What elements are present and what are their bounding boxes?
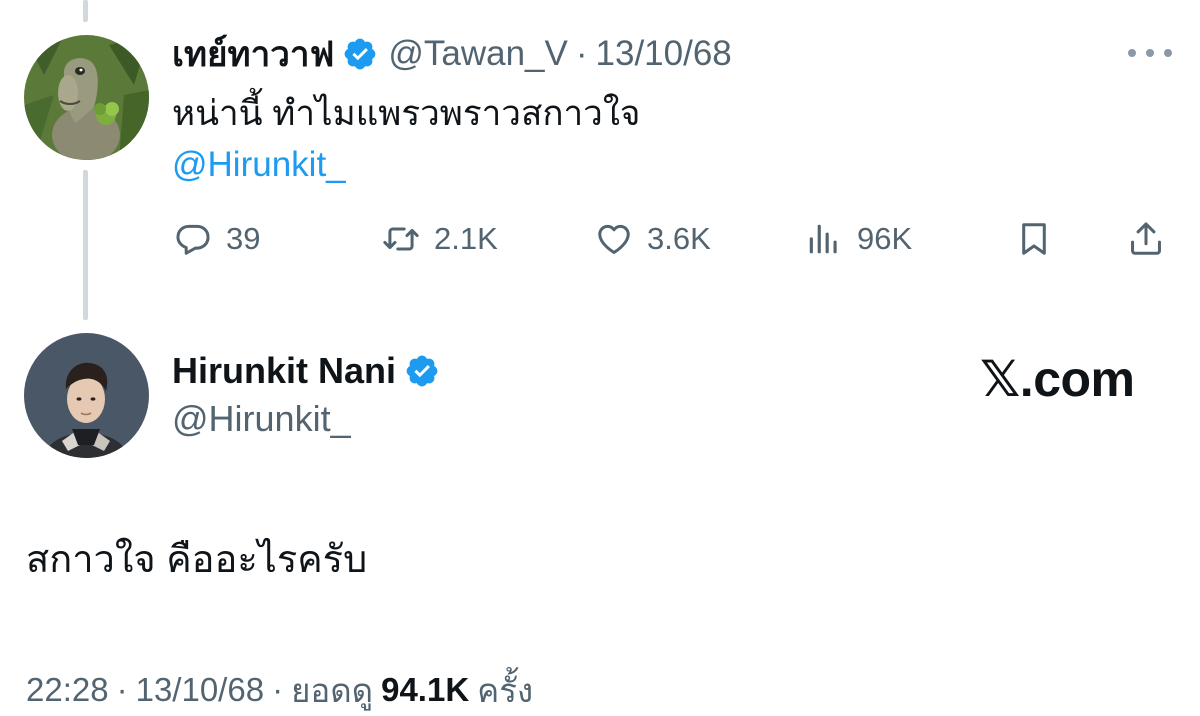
- views-total: 94.1K: [381, 671, 470, 708]
- brand-domain: .com: [1019, 351, 1135, 407]
- verified-badge-icon: [342, 36, 378, 72]
- reply-count: 39: [226, 221, 261, 256]
- like-button[interactable]: 3.6K: [595, 214, 711, 264]
- bookmark-icon: [1022, 223, 1046, 255]
- reply-icon: [176, 224, 210, 255]
- views-count: 96K: [857, 221, 913, 256]
- profile-photo-image: [24, 333, 149, 458]
- author-handle[interactable]: @Hirunkit_: [172, 398, 351, 440]
- views-label: ยอดดู: [291, 671, 374, 709]
- bookmark-button[interactable]: [1015, 214, 1053, 264]
- avatar[interactable]: [24, 333, 149, 458]
- thread-connector: [83, 170, 88, 320]
- reply-button[interactable]: 39: [174, 214, 260, 264]
- share-button[interactable]: [1127, 214, 1165, 264]
- verified-badge-icon: [404, 353, 440, 389]
- like-count: 3.6K: [647, 221, 711, 256]
- more-icon[interactable]: [1128, 44, 1172, 62]
- post-date[interactable]: 13/10/68: [136, 671, 264, 709]
- reply-tweet-header: เทย์ทาวาฟ @Tawan_V · 13/10/68: [172, 28, 732, 80]
- post-date[interactable]: 13/10/68: [596, 34, 732, 74]
- views-chart-icon: [809, 224, 837, 254]
- dinosaur-avatar-image: [24, 35, 149, 160]
- views-button[interactable]: 96K: [805, 214, 912, 264]
- display-name[interactable]: เทย์ทาวาฟ: [172, 27, 334, 82]
- meta-separator: ·: [272, 671, 284, 708]
- author-handle[interactable]: @Tawan_V: [388, 34, 568, 74]
- meta-separator: ·: [575, 34, 588, 73]
- views-suffix: ครั้ง: [477, 671, 534, 709]
- tweet-meta-footer: 22:28 · 13/10/68 · ยอดดู 94.1K ครั้ง: [26, 668, 533, 712]
- display-name[interactable]: Hirunkit Nani: [172, 350, 396, 392]
- thread-connector-top: [83, 0, 88, 22]
- tweet-action-bar: 39 2.1K 3.6K 96K: [172, 214, 1172, 264]
- share-icon: [1131, 222, 1161, 255]
- post-time[interactable]: 22:28: [26, 671, 109, 709]
- meta-separator: ·: [116, 671, 128, 708]
- repost-icon: [383, 227, 419, 251]
- repost-count: 2.1K: [434, 221, 498, 256]
- x-logo-icon: 𝕏: [980, 350, 1020, 408]
- main-tweet-author: Hirunkit Nani: [172, 346, 450, 396]
- repost-button[interactable]: 2.1K: [382, 214, 498, 264]
- x-com-watermark: 𝕏.com: [980, 350, 1135, 410]
- reply-tweet-text: หน่านี้ ทำไมแพรวพราวสกาวใจ: [172, 94, 641, 133]
- main-tweet-text: สกาวใจ คืออะไรครับ: [26, 539, 368, 581]
- tweet-screenshot: เทย์ทาวาฟ @Tawan_V · 13/10/68 หน่านี้ ทำ…: [0, 0, 1200, 716]
- avatar[interactable]: [24, 35, 149, 160]
- heart-icon: [598, 224, 630, 254]
- mention-link[interactable]: @Hirunkit_: [172, 143, 346, 187]
